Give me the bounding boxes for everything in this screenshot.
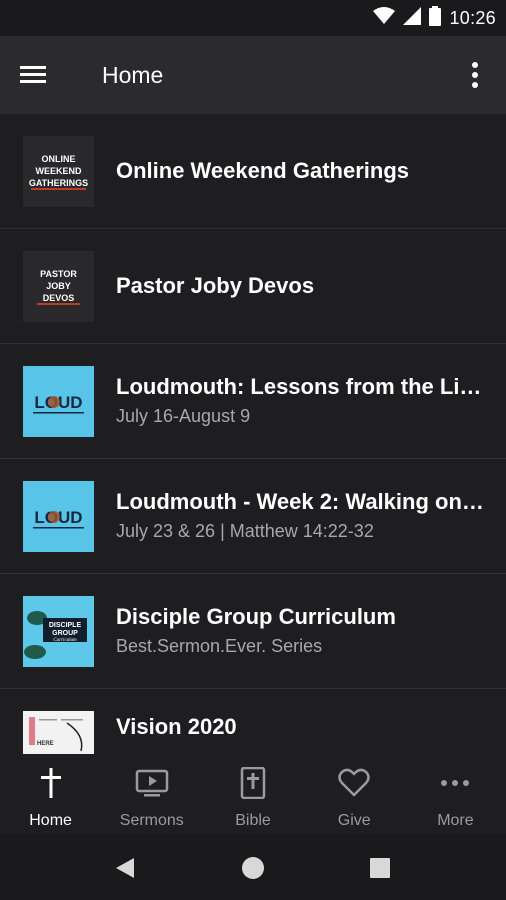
list-item-subtitle: July 23 & 26 | Matthew 14:22-32 [116,521,374,541]
list-item-title: Disciple Group Curriculum [116,604,396,629]
video-play-icon [135,766,169,800]
list-item-text: Vision 2020 [116,689,486,754]
nav-label: Sermons [119,812,184,829]
thumb-text-line-1: DISCIPLE [49,622,82,629]
list-item-subtitle: Best.Sermon.Ever. Series [116,636,323,656]
thumbnail-pastor-joby: PASTOR JOBY DEVOS [23,251,94,322]
list-item-loudmouth-lessons[interactable]: LOUD Loudmouth: Lessons from the Li… Jul… [0,344,506,459]
thumbnail-vision-2020: HERE [23,711,94,754]
list-item-title: Vision 2020 [116,714,237,739]
status-time: 10:26 [449,7,496,28]
status-icons: 10:26 [373,5,496,31]
list-item-text: Disciple Group Curriculum Best.Sermon.Ev… [116,574,486,688]
page-title: Home [102,62,164,88]
list-item-pastor-joby-devos[interactable]: PASTOR JOBY DEVOS Pastor Joby Devos [0,229,506,344]
hamburger-menu-icon[interactable] [18,60,62,90]
battery-icon [429,5,442,31]
thumb-text-line-3: DEVOS [43,293,75,303]
thumbnail-loud: LOUD [23,366,94,437]
thumb-text-line-3: GATHERINGS [29,178,88,188]
system-navigation-bar [0,834,506,900]
nav-label: More [437,812,474,829]
back-icon[interactable] [112,854,140,882]
more-dots-icon [438,766,472,800]
recents-icon[interactable] [366,854,394,882]
list-item-text: Loudmouth: Lessons from the Li… July 16-… [116,344,486,458]
list-item-loudmouth-week-2[interactable]: LOUD Loudmouth - Week 2: Walking on… Jul… [0,459,506,574]
thumb-text-line-2: JOBY [46,281,71,291]
list-item-text: Loudmouth - Week 2: Walking on… July 23 … [116,459,486,573]
list-item-online-weekend-gatherings[interactable]: ONLINE WEEKEND GATHERINGS Online Weekend… [0,114,506,229]
list-item-title: Online Weekend Gatherings [116,158,409,183]
list-item-vision-2020[interactable]: HERE Vision 2020 [0,689,506,754]
thumb-text-line-2: WEEKEND [35,166,82,176]
nav-item-home[interactable]: Home [0,754,101,834]
list-item-title: Pastor Joby Devos [116,273,315,298]
overflow-menu-icon[interactable] [460,58,490,92]
bible-icon [236,766,270,800]
nav-label: Home [29,812,72,829]
thumb-text-line-1: HERE [37,741,54,747]
thumb-text-line-3: Curriculum [53,638,77,643]
thumbnail-disciple-group: DISCIPLE GROUP Curriculum [23,596,94,667]
cell-signal-icon [403,6,422,30]
cross-icon [34,766,68,800]
app-bar: Home [0,36,506,114]
nav-item-sermons[interactable]: Sermons [101,754,202,834]
home-circle-icon[interactable] [239,854,267,882]
thumbnail-loud: LOUD [23,481,94,552]
bottom-navigation: Home Sermons Bible Give More [0,754,506,834]
thumb-text-line-1: PASTOR [40,269,77,279]
list-item-text: Pastor Joby Devos [116,229,486,343]
thumb-text-line-1: ONLINE [41,154,75,164]
nav-label: Give [337,812,371,829]
list-item-disciple-group[interactable]: DISCIPLE GROUP Curriculum Disciple Group… [0,574,506,689]
wifi-icon [373,6,396,30]
thumb-text-line-2: GROUP [52,630,78,637]
status-bar: 10:26 [0,0,506,36]
nav-item-give[interactable]: Give [304,754,405,834]
list-item-subtitle: July 16-August 9 [116,406,251,426]
nav-label: Bible [235,812,271,829]
heart-icon [337,766,371,800]
nav-item-more[interactable]: More [405,754,506,834]
content-list: ONLINE WEEKEND GATHERINGS Online Weekend… [0,114,506,754]
list-item-title: Loudmouth: Lessons from the Li… [116,374,482,399]
nav-item-bible[interactable]: Bible [202,754,303,834]
list-item-title: Loudmouth - Week 2: Walking on… [116,489,484,514]
list-item-text: Online Weekend Gatherings [116,114,486,228]
thumbnail-online-weekend: ONLINE WEEKEND GATHERINGS [23,136,94,207]
